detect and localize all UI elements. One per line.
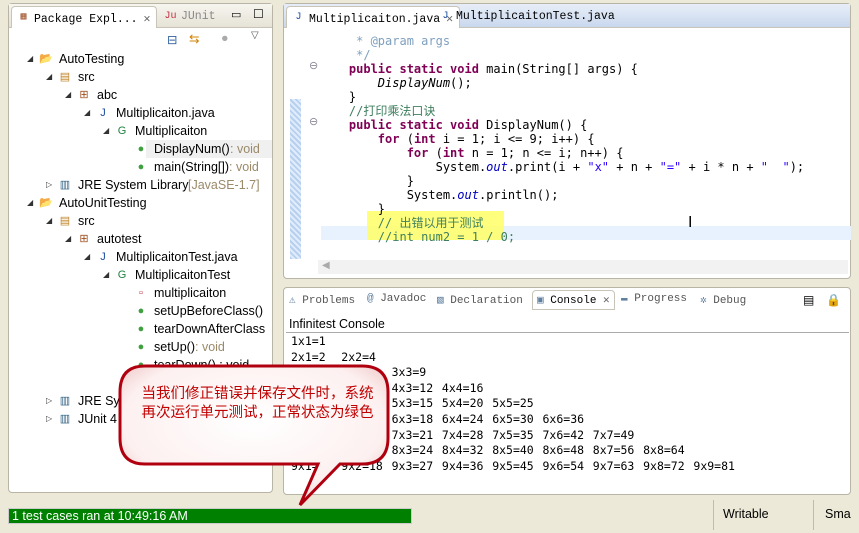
- callout-bubble: [118, 364, 390, 507]
- insert-mode-status: Sma: [825, 507, 851, 521]
- status-divider: [813, 500, 814, 530]
- callout-text: 当我们修正错误并保存文件时，系统再次运行单元测试，正常状态为绿色: [141, 386, 374, 421]
- infinitest-status-text: 1 test cases ran at 10:49:16 AM: [12, 509, 188, 523]
- status-divider: [713, 500, 714, 530]
- writable-status: Writable: [723, 507, 769, 521]
